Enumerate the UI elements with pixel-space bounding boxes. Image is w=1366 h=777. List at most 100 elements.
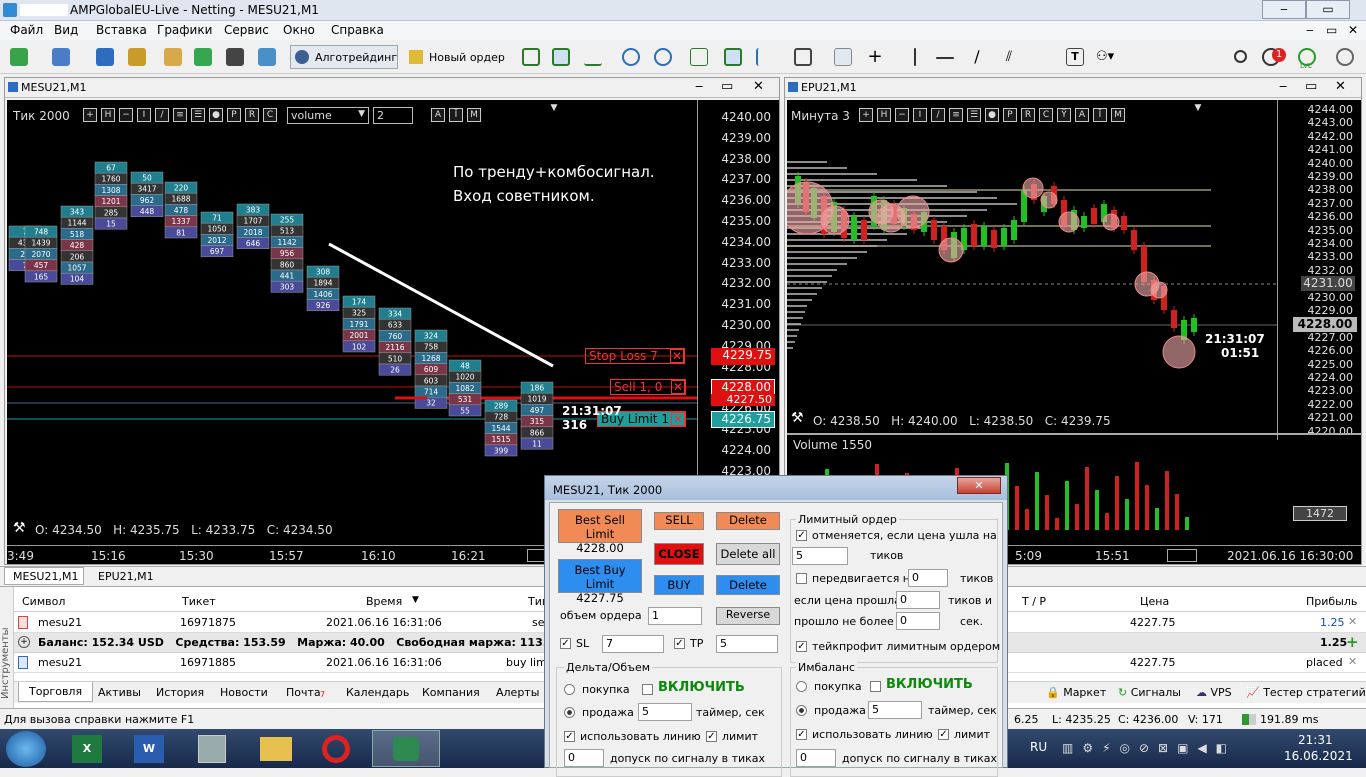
sell-close-icon[interactable]: ✕ [671,380,685,394]
cb-lines[interactable]: ≡ [173,108,187,122]
market-watch-icon[interactable] [96,48,114,66]
sl-checkbox[interactable]: ✓ [560,638,571,649]
sl-input[interactable]: 7 [602,635,664,653]
cb-dot[interactable]: ● [209,108,223,122]
rcb-list[interactable]: ☰ [967,108,981,122]
maximize-button[interactable]: ▭ [1306,0,1350,19]
crosshair-icon[interactable]: + [866,48,884,66]
opera-icon[interactable] [322,735,350,763]
imb-sell-radio[interactable] [796,705,807,716]
delta-limit-checkbox[interactable]: ✓ [706,731,717,742]
rcb-plus[interactable]: + [859,108,873,122]
volume-select[interactable]: volume ▼ [287,107,369,124]
hdr-tp[interactable]: Т / Р [1022,595,1046,608]
imb-enable-checkbox[interactable] [870,681,881,692]
delta-enable-checkbox[interactable] [642,684,653,695]
menu-help[interactable]: Справка [331,23,384,37]
best-sell-limit-button[interactable]: Best Sell Limit 4228.00 [558,509,642,555]
hdr-price[interactable]: Цена [1140,595,1169,608]
tab-calendar[interactable]: Календарь [346,686,409,699]
bar-chart-icon[interactable] [522,48,540,66]
period-spinner[interactable]: 2 [373,107,413,124]
rcb-i[interactable]: I [913,108,927,122]
passed-input[interactable]: 0 [896,591,940,609]
rcb-p[interactable]: P [1003,108,1017,122]
cb-h[interactable]: H [101,108,115,122]
tab-vps[interactable]: ☁ VPS [1196,686,1232,699]
language-indicator[interactable]: RU [1030,740,1047,754]
imb-tolerance-input[interactable]: 0 [796,749,836,767]
candles-icon[interactable] [552,48,570,66]
cb-a[interactable]: A [431,108,445,122]
cb-r[interactable]: R [245,108,259,122]
rcb-a[interactable]: A [1075,108,1089,122]
delta-buy-radio[interactable] [564,684,575,695]
trendline-icon[interactable]: ∕ [968,48,986,66]
metatrader-taskbar-icon[interactable] [372,730,440,767]
rcb-text[interactable]: Ī [1093,108,1107,122]
terminal-icon[interactable] [194,48,212,66]
delta-sell-radio[interactable] [564,707,575,718]
cursor-icon[interactable] [834,48,852,66]
account-icon[interactable] [1336,48,1354,66]
rcb-collapse[interactable]: ▼ [1191,102,1205,116]
right-time-scroll-box[interactable] [1167,549,1197,562]
not-more-input[interactable]: 0 [896,612,940,630]
shapes-icon[interactable]: ⚇▾ [1096,48,1114,66]
new-chart-icon[interactable] [10,48,28,66]
tab-market[interactable]: 🔒 Маркет [1046,686,1106,699]
cb-list[interactable]: ☰ [191,108,205,122]
cb-plus[interactable]: + [83,108,97,122]
cb-p[interactable]: P [227,108,241,122]
tp-limit-checkbox[interactable]: ✓ [796,641,807,652]
word-icon[interactable]: W [134,735,164,763]
stop-loss-close-icon[interactable]: ✕ [670,349,684,363]
text-icon[interactable]: T [1066,48,1084,66]
crosshair-tool-icon[interactable]: ⚒ [13,520,26,536]
mdi-minimize[interactable]: ‒ [1306,23,1314,37]
hdr-ticket[interactable]: Тикет [182,595,216,608]
left-chart-minimize[interactable]: ‒ [695,79,703,94]
cb-m[interactable]: M [467,108,481,122]
start-button[interactable] [6,731,46,767]
tp-input[interactable]: 5 [716,635,778,653]
cb-c[interactable]: C [263,108,277,122]
close-position-button[interactable]: CLOSE [654,543,704,565]
menu-charts[interactable]: Графики [157,23,212,37]
sell-button[interactable]: SELL [654,512,704,530]
autoscroll-icon[interactable] [724,48,742,66]
right-chart-minimize[interactable]: ‒ [1279,79,1287,94]
left-chart-close[interactable]: ✕ [753,79,764,94]
delta-timer-input[interactable]: 5 [638,703,692,721]
templates-icon[interactable] [794,48,812,66]
tab-history[interactable]: История [156,686,204,699]
moves-checkbox[interactable] [796,573,807,584]
right-chart-close[interactable]: ✕ [1335,79,1346,94]
rcb-slash[interactable]: / [931,108,945,122]
cb-collapse[interactable]: ▼ [547,102,561,116]
calculator-icon[interactable] [198,735,226,763]
algo-trading-button[interactable]: Алготрейдинг [290,45,398,69]
zoom-out-icon[interactable] [654,48,672,66]
tab-news[interactable]: Новости [220,686,268,699]
imb-use-line-checkbox[interactable]: ✓ [796,729,807,740]
row1-close-icon[interactable]: ✕ [1348,615,1357,628]
tab-signals[interactable]: ↻ Сигналы [1118,686,1181,699]
sell-position-label[interactable]: Sell 1, 0 ✕ [610,379,686,395]
vline-icon[interactable] [914,48,916,66]
delta-use-line-checkbox[interactable]: ✓ [564,731,575,742]
chart-shift-icon[interactable] [756,48,774,66]
line-chart-icon[interactable] [584,48,602,66]
rcb-c[interactable]: C [1039,108,1053,122]
best-buy-limit-button[interactable]: Best Buy Limit 4227.75 [558,559,642,605]
mdi-close[interactable]: ✕ [1348,23,1358,37]
zoom-in-icon[interactable] [622,48,640,66]
excel-icon[interactable]: X [72,735,102,763]
rcb-lines[interactable]: ≡ [949,108,963,122]
tester-icon[interactable] [226,48,244,66]
stop-loss-label[interactable]: Stop Loss 7 ✕ [585,348,685,364]
menu-window[interactable]: Окно [283,23,315,37]
rcb-r[interactable]: R [1021,108,1035,122]
minimize-button[interactable]: ‒ [1262,0,1306,19]
rcb-h[interactable]: H [877,108,891,122]
